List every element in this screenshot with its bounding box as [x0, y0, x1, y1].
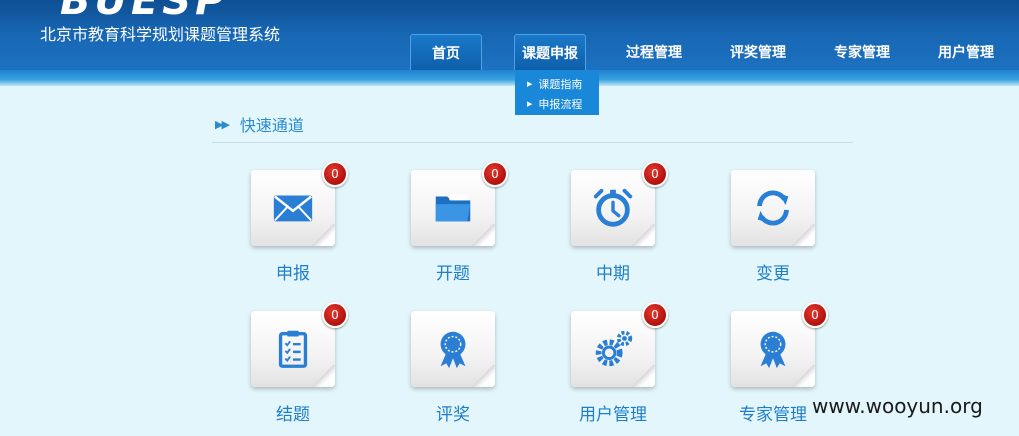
badge-count: 0 — [642, 302, 668, 328]
page-curl — [629, 224, 655, 246]
page-curl — [789, 224, 815, 246]
nav-item-expert[interactable]: 专家管理 — [826, 34, 898, 70]
nav-dropdown: ▶ 课题指南 ▶ 申报流程 — [515, 70, 599, 115]
page-curl — [309, 365, 335, 387]
page-curl — [469, 365, 495, 387]
tile-label-user-management[interactable]: 用户管理 — [553, 400, 673, 425]
dropdown-item-label: 申报流程 — [538, 98, 583, 111]
main-nav: 首页 课题申报 过程管理 评奖管理 专家管理 用户管理 — [0, 34, 1019, 70]
watermark: www.wooyun.org — [812, 394, 983, 418]
tile-apply[interactable] — [251, 170, 335, 246]
header-bottom-band — [0, 70, 1019, 86]
tile-conclusion[interactable] — [251, 311, 335, 387]
dropdown-item-guide[interactable]: ▶ 课题指南 — [515, 74, 599, 94]
quick-access-title: 快速通道 — [239, 116, 304, 135]
dropdown-item-label: 课题指南 — [538, 78, 583, 91]
tile-label-award[interactable]: 评奖 — [393, 400, 513, 425]
tile-label-opening[interactable]: 开题 — [393, 259, 513, 284]
badge-count: 0 — [322, 302, 348, 328]
tile-label-midterm[interactable]: 中期 — [553, 259, 673, 284]
tile-label-change[interactable]: 变更 — [713, 259, 833, 284]
badge-count: 0 — [482, 161, 508, 187]
nav-item-home[interactable]: 首页 — [410, 34, 482, 70]
tile-award[interactable] — [411, 311, 495, 387]
nav-item-process[interactable]: 过程管理 — [618, 34, 690, 70]
nav-item-project-apply[interactable]: 课题申报 — [514, 34, 586, 70]
badge-count: 0 — [642, 161, 668, 187]
dropdown-item-flow[interactable]: ▶ 申报流程 — [515, 94, 599, 114]
nav-item-label: 评奖管理 — [730, 45, 786, 61]
tile-expert-management[interactable] — [731, 311, 815, 387]
tile-label-conclusion[interactable]: 结题 — [233, 400, 353, 425]
page-curl — [309, 224, 335, 246]
badge-count: 0 — [322, 161, 348, 187]
page-curl — [469, 224, 495, 246]
tile-midterm[interactable] — [571, 170, 655, 246]
double-right-arrow-icon: ▶▶ — [215, 117, 230, 131]
tile-opening[interactable] — [411, 170, 495, 246]
nav-item-label: 首页 — [432, 45, 460, 62]
badge-count: 0 — [802, 302, 828, 328]
nav-item-user[interactable]: 用户管理 — [930, 34, 1002, 70]
nav-item-label: 专家管理 — [834, 45, 890, 61]
divider — [212, 142, 853, 143]
nav-item-label: 用户管理 — [938, 45, 994, 61]
nav-item-label: 过程管理 — [626, 45, 682, 61]
triangle-right-icon: ▶ — [527, 100, 533, 108]
tile-user-management[interactable] — [571, 311, 655, 387]
quick-access-header: ▶▶ 快速通道 — [215, 112, 304, 136]
nav-item-label: 课题申报 — [522, 45, 578, 62]
triangle-right-icon: ▶ — [527, 80, 533, 88]
header-bar: BUESP 北京市教育科学规划课题管理系统 首页 课题申报 过程管理 评奖管理 … — [0, 0, 1019, 74]
tile-change[interactable] — [731, 170, 815, 246]
nav-item-award[interactable]: 评奖管理 — [722, 34, 794, 70]
page-curl — [789, 365, 815, 387]
tile-label-apply[interactable]: 申报 — [233, 259, 353, 284]
page-curl — [629, 365, 655, 387]
